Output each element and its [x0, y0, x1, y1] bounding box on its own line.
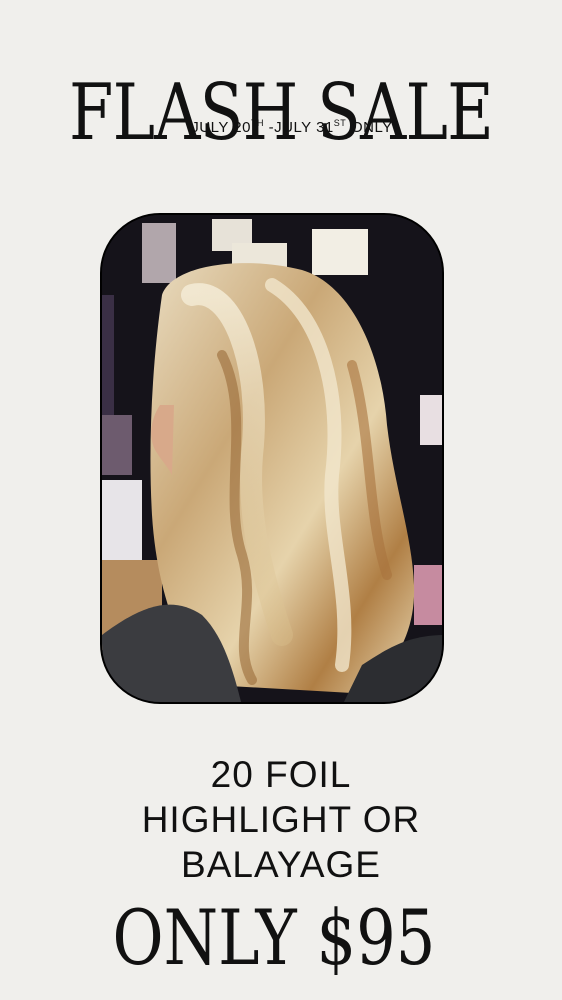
offer-line-2: HIGHLIGHT OR	[141, 799, 421, 840]
hair-photo	[100, 213, 444, 704]
sale-dates: JULY 20TH -JULY 31ST ONLY	[0, 118, 562, 136]
offer-text: 20 FOIL HIGHLIGHT OR BALAYAGE	[0, 752, 562, 887]
hair-photo-icon	[102, 215, 442, 702]
offer-line-1: 20 FOIL	[210, 754, 352, 795]
dates-tail: ONLY	[346, 119, 393, 136]
start-date-suffix: TH	[250, 118, 264, 128]
end-date-suffix: ST	[333, 118, 347, 128]
price-label: ONLY $95	[112, 893, 436, 982]
page-title: FLASH SALE	[69, 68, 494, 159]
end-date: -JULY 31	[263, 119, 334, 136]
start-date: JULY 20	[191, 119, 251, 136]
offer-line-3: BALAYAGE	[181, 844, 381, 885]
